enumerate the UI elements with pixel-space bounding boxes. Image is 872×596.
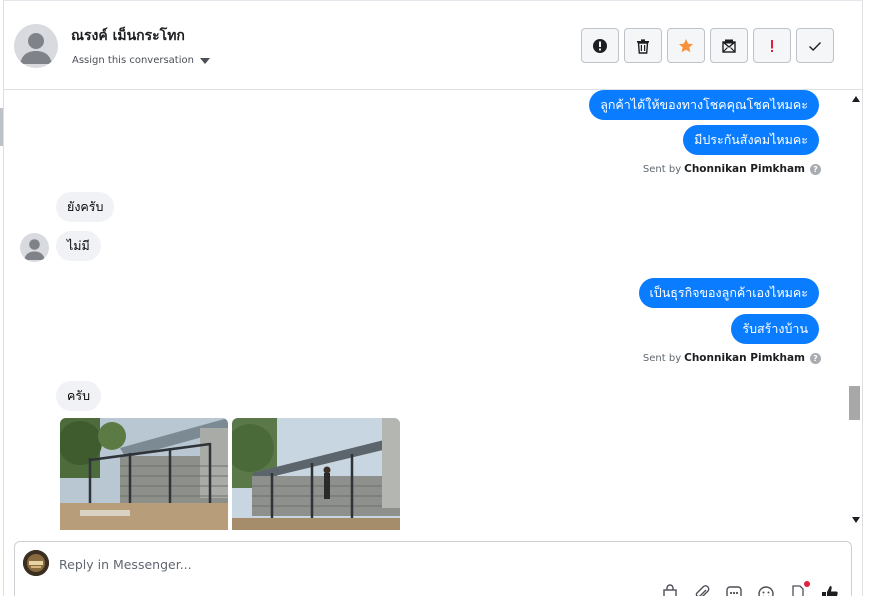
attach-button[interactable]: [693, 584, 711, 596]
scroll-down-arrow-icon[interactable]: [852, 517, 860, 523]
composer-toolbar: [661, 581, 839, 596]
checkmark-icon: [809, 41, 822, 51]
incoming-message[interactable]: ครับ: [56, 381, 102, 411]
reply-input[interactable]: [59, 554, 659, 574]
like-button[interactable]: [821, 584, 839, 596]
contact-name[interactable]: ณรงค์ เม็นกระโทก: [71, 25, 185, 47]
help-icon[interactable]: ?: [810, 352, 821, 364]
trash-icon: [637, 38, 649, 54]
sent-by-name: Chonnikan Pimkham: [684, 163, 805, 175]
outgoing-message[interactable]: เป็นธุรกิจของลูกค้าเองไหมคะ: [638, 278, 819, 308]
conversation-header: ณรงค์ เม็นกระโทก Assign this conversatio…: [4, 0, 862, 90]
page-logo-icon: [23, 550, 49, 576]
caret-down-icon: [199, 57, 210, 64]
star-icon: [679, 38, 693, 52]
reply-composer: [14, 541, 852, 596]
mark-important-button[interactable]: [753, 28, 791, 63]
assign-label: Assign this conversation: [72, 55, 194, 66]
photo-attachment[interactable]: [60, 418, 228, 530]
chat-dots-icon: [726, 586, 742, 596]
message-thread: ลูกค้าได้ให้ของทางโชคคุณโชคไหมคะ มีประกั…: [4, 90, 848, 530]
outgoing-message[interactable]: มีประกันสังคมไหมคะ: [683, 125, 819, 155]
smiley-icon: [758, 586, 774, 596]
mark-done-button[interactable]: [796, 28, 834, 63]
construction-photo: [60, 418, 228, 530]
help-icon[interactable]: ?: [810, 163, 821, 175]
mail-unread-icon: [722, 39, 736, 53]
frame-notch: [0, 108, 3, 146]
sent-by-name: Chonnikan Pimkham: [684, 352, 805, 364]
mark-unread-button[interactable]: [710, 28, 748, 63]
incoming-message[interactable]: ไม่มี: [56, 231, 101, 261]
thumbs-up-icon: [822, 586, 838, 596]
conversation-actions: [581, 28, 834, 63]
sent-by-label: Sent by Chonnikan Pimkham ?: [643, 163, 821, 175]
scroll-up-arrow-icon[interactable]: [852, 96, 860, 102]
alert-circle-icon: [593, 38, 607, 53]
construction-photo: [232, 418, 400, 530]
star-button[interactable]: [667, 28, 705, 63]
incoming-message[interactable]: ยังครับ: [56, 192, 115, 222]
scrollbar-thumb[interactable]: [849, 386, 860, 420]
page-avatar: [23, 550, 49, 576]
exclamation-icon: [771, 39, 773, 52]
sender-avatar[interactable]: [20, 233, 49, 262]
person-silhouette-icon: [24, 239, 45, 260]
contact-avatar[interactable]: [14, 24, 58, 68]
mark-as-spam-button[interactable]: [581, 28, 619, 63]
right-frame-edge: [862, 0, 872, 596]
notification-dot: [804, 581, 810, 587]
thread-scrollbar[interactable]: [847, 90, 862, 530]
assign-conversation-dropdown[interactable]: Assign this conversation: [72, 55, 210, 66]
saved-replies-button[interactable]: [725, 584, 743, 596]
sent-by-prefix: Sent by: [642, 352, 682, 364]
outgoing-message[interactable]: ลูกค้าได้ให้ของทางโชคคุณโชคไหมคะ: [589, 90, 819, 120]
delete-button[interactable]: [624, 28, 662, 63]
paperclip-icon: [695, 585, 710, 596]
payment-button[interactable]: [789, 581, 810, 596]
sent-by-label: Sent by Chonnikan Pimkham ?: [643, 352, 821, 364]
person-silhouette-icon: [20, 33, 52, 64]
emoji-button[interactable]: [757, 584, 775, 596]
shop-button[interactable]: [661, 584, 679, 596]
shopping-bag-icon: [663, 584, 677, 596]
sent-by-prefix: Sent by: [642, 163, 682, 175]
photo-attachment[interactable]: [232, 418, 400, 530]
outgoing-message[interactable]: รับสร้างบ้าน: [731, 314, 819, 344]
